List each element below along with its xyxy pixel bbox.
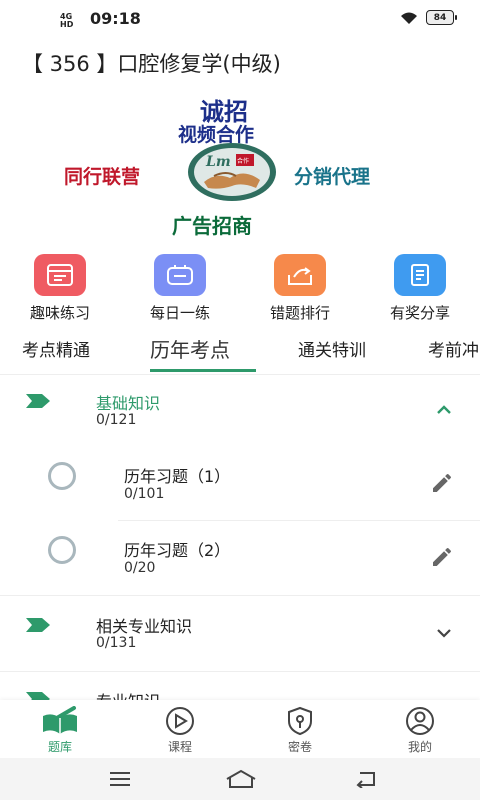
section-count: 0/121 <box>96 412 137 428</box>
chevron-up-icon[interactable] <box>436 404 452 414</box>
quick-actions: 趣味练习 每日一练 错题排行 有奖分享 <box>0 254 480 324</box>
banner-right: 分销代理 <box>294 166 371 188</box>
status-time: 09:18 <box>90 9 141 28</box>
item-name: 历年习题（1） <box>124 467 231 486</box>
practice-icon <box>34 254 86 296</box>
flag-icon <box>26 692 50 700</box>
nav-label: 我的 <box>407 740 432 754</box>
list-item[interactable]: 历年习题（1） 0/101 <box>0 452 480 520</box>
action-fun-practice[interactable]: 趣味练习 <box>0 254 120 324</box>
action-label: 趣味练习 <box>29 304 90 322</box>
divider <box>0 595 480 596</box>
action-label: 错题排行 <box>269 304 330 322</box>
back-icon[interactable] <box>354 770 378 788</box>
item-name: 历年习题（2） <box>124 541 231 560</box>
divider <box>0 671 480 672</box>
section-row[interactable]: 基础知识 0/121 <box>0 380 480 444</box>
tab-special-training[interactable]: 通关特训 <box>298 336 366 361</box>
share-icon <box>394 254 446 296</box>
divider <box>0 374 480 375</box>
banner-left: 同行联营 <box>64 166 141 188</box>
profile-icon <box>406 707 434 735</box>
book-icon <box>43 706 77 734</box>
svg-text:合作: 合作 <box>237 157 249 165</box>
action-share[interactable]: 有奖分享 <box>360 254 480 324</box>
handshake-logo-icon: Lm 合作 <box>188 143 276 201</box>
nav-profile[interactable]: 我的 <box>360 700 480 758</box>
menu-icon[interactable] <box>108 771 132 787</box>
wifi-icon <box>401 12 417 24</box>
section-row[interactable]: 专业知识 <box>0 680 480 700</box>
ranking-icon <box>274 254 326 296</box>
action-ranking[interactable]: 错题排行 <box>240 254 360 324</box>
chevron-down-icon[interactable] <box>436 628 452 638</box>
battery-icon: 84 <box>426 10 457 25</box>
category-tabs: 考点精通 历年考点 通关特训 考前冲 <box>0 330 480 374</box>
divider <box>118 520 480 521</box>
banner-bottom: 广告招商 <box>172 214 252 238</box>
home-icon[interactable] <box>225 769 257 789</box>
pencil-icon[interactable] <box>430 545 454 569</box>
progress-circle-icon <box>48 462 76 490</box>
nav-question-bank[interactable]: 题库 <box>0 700 120 758</box>
action-label: 有奖分享 <box>389 304 450 322</box>
system-nav-bar <box>0 758 480 800</box>
status-bar: 4G HD 09:18 84 <box>0 0 480 36</box>
promo-banner[interactable]: 诚招 视频合作 同行联营 分销代理 广告招商 Lm 合作 <box>40 90 440 240</box>
bottom-nav: 题库 课程 密卷 我的 <box>0 700 480 758</box>
play-icon <box>166 707 194 735</box>
item-count: 0/20 <box>124 560 156 576</box>
nav-label: 密卷 <box>287 740 312 754</box>
section-count: 0/131 <box>96 635 137 651</box>
section-name: 相关专业知识 <box>96 617 193 636</box>
nav-label: 课程 <box>167 740 192 754</box>
lock-shield-icon <box>288 706 312 736</box>
network-indicator: 4G HD <box>60 12 74 29</box>
active-tab-indicator <box>150 369 256 372</box>
action-label: 每日一练 <box>149 304 210 322</box>
nav-label: 题库 <box>47 740 72 754</box>
list-item[interactable]: 历年习题（2） 0/20 <box>0 528 480 594</box>
tab-pre-exam[interactable]: 考前冲 <box>428 336 479 361</box>
nav-secret-papers[interactable]: 密卷 <box>240 700 360 758</box>
progress-circle-icon <box>48 536 76 564</box>
svg-text:Lm: Lm <box>205 154 231 170</box>
tab-past-points[interactable]: 历年考点 <box>150 334 230 363</box>
action-daily[interactable]: 每日一练 <box>120 254 240 324</box>
pencil-icon[interactable] <box>430 471 454 495</box>
page-title: 【 356 】口腔修复学(中级) <box>22 52 281 76</box>
flag-icon <box>26 618 50 632</box>
flag-icon <box>26 394 50 408</box>
section-name: 基础知识 <box>96 394 161 413</box>
item-count: 0/101 <box>124 486 165 502</box>
daily-icon <box>154 254 206 296</box>
tab-key-points[interactable]: 考点精通 <box>22 336 90 361</box>
section-name: 专业知识 <box>96 688 160 700</box>
nav-courses[interactable]: 课程 <box>120 700 240 758</box>
section-row[interactable]: 相关专业知识 0/131 <box>0 604 480 668</box>
